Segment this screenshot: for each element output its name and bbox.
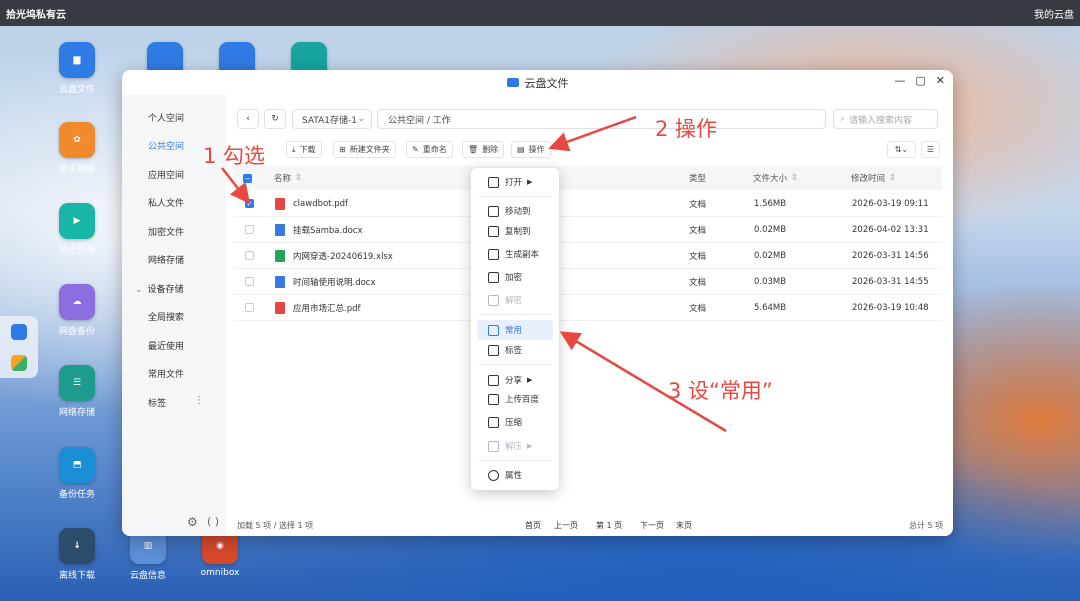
arrow-1 — [221, 167, 251, 204]
arrow-2 — [548, 115, 637, 152]
annotation-step-2: 2 操作 — [655, 117, 718, 141]
annotation-arrows — [221, 115, 727, 433]
annotation-step-1: 1 勾选 — [203, 144, 266, 168]
annotation-step-3: 3 设“常用” — [668, 379, 773, 403]
